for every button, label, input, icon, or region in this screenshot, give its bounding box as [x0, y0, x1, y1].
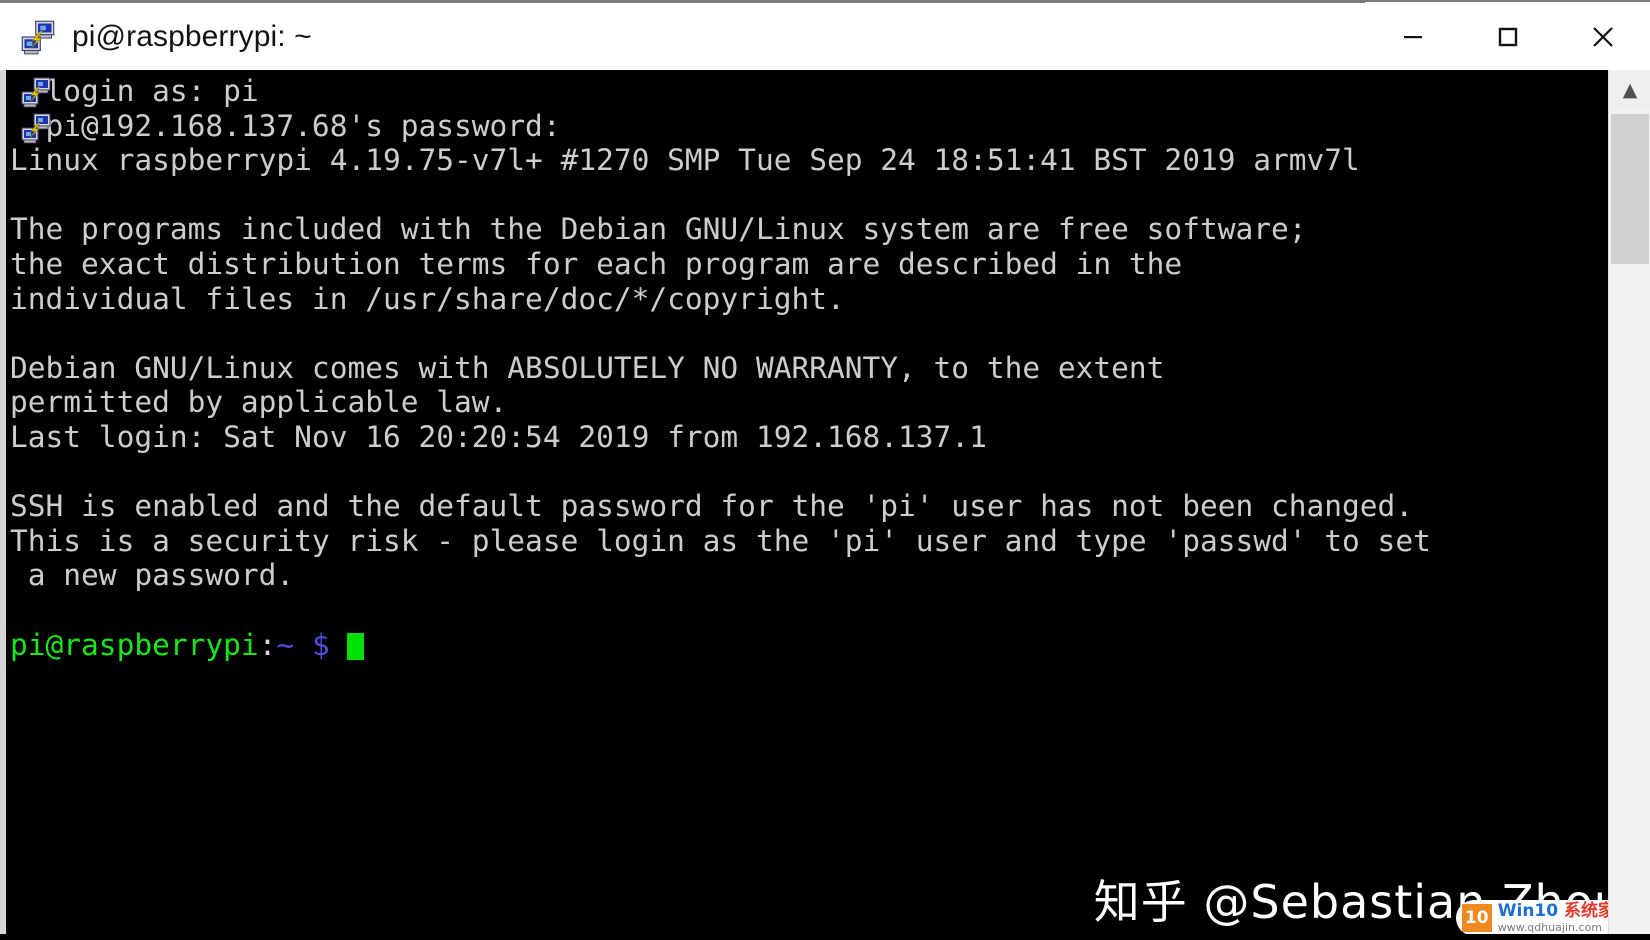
prompt-separator: : [258, 627, 277, 662]
terminal-line: Debian GNU/Linux comes with ABSOLUTELY N… [10, 350, 1165, 385]
terminal-text-area: login as: pi pi@192.168.137.68's passwor… [6, 70, 1614, 940]
putty-icon-overlay-second [20, 112, 52, 144]
scroll-up-arrow-icon[interactable]: ▲ [1609, 70, 1650, 110]
close-icon [1592, 26, 1613, 47]
terminal-line: permitted by applicable law. [10, 385, 508, 420]
terminal-screen[interactable]: login as: pi pi@192.168.137.68's passwor… [0, 70, 1650, 940]
terminal-line: The programs included with the Debian GN… [10, 212, 1307, 247]
minimize-button[interactable] [1365, 1, 1460, 72]
title-bar[interactable]: pi@raspberrypi: ~ [0, 0, 1650, 72]
title-bar-left: pi@raspberrypi: ~ [0, 19, 1365, 55]
putty-icon [20, 19, 56, 55]
terminal-line: the exact distribution terms for each pr… [10, 246, 1183, 281]
window-controls [1365, 1, 1650, 72]
terminal-line: Last login: Sat Nov 16 20:20:54 2019 fro… [10, 419, 987, 454]
prompt-user-host: pi@raspberrypi [10, 627, 259, 662]
terminal-line: login as: pi [10, 74, 259, 108]
prompt-path: ~ [276, 627, 295, 662]
maximize-button[interactable] [1460, 1, 1555, 72]
shell-prompt-line: pi@raspberrypi:~ $ [6, 628, 1614, 663]
prompt-symbol: $ [311, 627, 330, 662]
minimize-icon [1403, 35, 1422, 38]
badge-title-en: Win10 [1497, 901, 1564, 921]
scrollbar-thumb[interactable] [1611, 114, 1649, 264]
terminal-line: a new password. [10, 558, 295, 593]
putty-icon-overlay-first [20, 76, 52, 108]
terminal-line: Linux raspberrypi 4.19.75-v7l+ #1270 SMP… [10, 143, 1360, 178]
terminal-line: SSH is enabled and the default password … [10, 489, 1414, 524]
window-bottom-edge [0, 934, 1650, 940]
terminal-line: individual files in /usr/share/doc/*/cop… [10, 281, 845, 316]
terminal-line: This is a security risk - please login a… [10, 523, 1431, 558]
vertical-scrollbar[interactable]: ▲ [1608, 70, 1650, 940]
putty-window: pi@raspberrypi: ~ login as: pi pi@192.16… [0, 0, 1650, 940]
win10-logo-icon: 10 [1461, 904, 1492, 932]
maximize-icon [1498, 27, 1517, 46]
window-title: pi@raspberrypi: ~ [72, 19, 312, 53]
terminal-cursor [347, 632, 365, 660]
terminal-line: pi@192.168.137.68's password: [10, 108, 561, 143]
close-button[interactable] [1555, 1, 1650, 72]
